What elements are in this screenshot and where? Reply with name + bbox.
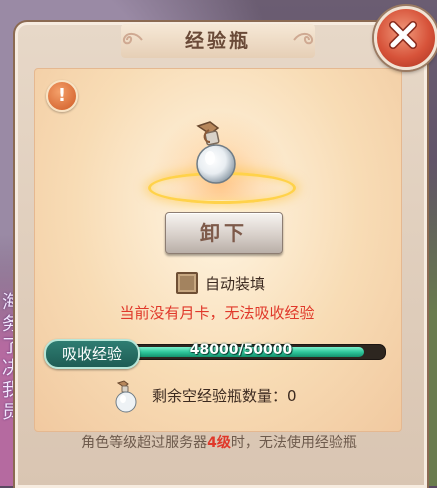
dialog-title: 经验瓶 — [184, 30, 251, 52]
experience-bottle-icon — [196, 121, 236, 184]
remaining-bottles: 剩余空经验瓶数量：0 — [152, 385, 297, 406]
close-x-icon — [389, 21, 417, 49]
close-button[interactable] — [374, 6, 437, 70]
empty-bottle-icon — [115, 380, 137, 413]
unload-button[interactable]: 卸下 — [165, 212, 283, 254]
exclamation-icon[interactable]: ! — [46, 80, 78, 112]
footer-prefix: 角色等级超过服务器 — [81, 435, 208, 451]
monthly-card-warning: 当前没有月卡，无法吸收经验 — [119, 304, 315, 322]
progress-value: 48000/50000 — [189, 342, 293, 358]
level-restriction-note: 角色等级超过服务器4级时，无法使用经验瓶 — [13, 432, 425, 452]
footer-suffix: 时，无法使用经验瓶 — [230, 435, 357, 451]
absorb-experience-label[interactable]: 吸收经验 — [44, 339, 140, 369]
remaining-label: 剩余空经验瓶数量： — [152, 387, 288, 405]
auto-equip-checkbox[interactable] — [176, 272, 198, 294]
server-level: 4级 — [207, 435, 231, 451]
remaining-count: 0 — [287, 387, 297, 405]
auto-equip-label: 自动装填 — [205, 274, 266, 293]
auto-equip-row[interactable]: 自动装填 — [176, 272, 265, 294]
